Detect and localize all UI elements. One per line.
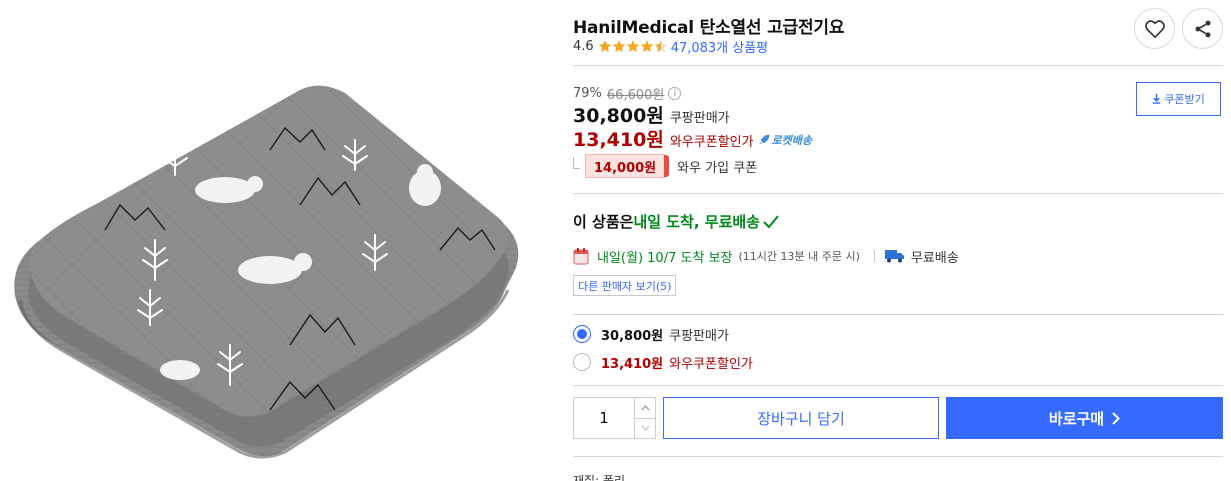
star-rating [598, 39, 668, 53]
other-sellers-button[interactable]: 다른 판매자 보기(5) [573, 275, 677, 296]
wow-price: 13,410원 [573, 129, 664, 151]
divider [573, 193, 1223, 194]
product-title: HanilMedical 탄소열선 고급전기요 [573, 18, 845, 38]
price-option-coupang[interactable]: 30,800원 쿠팡판매가 [573, 323, 729, 345]
wow-price-label: 와우쿠폰할인가 [669, 135, 754, 150]
chevron-up-icon [641, 404, 649, 411]
info-icon[interactable]: i [668, 87, 682, 100]
sale-price-row: 30,800원 쿠팡판매가 [573, 101, 730, 128]
electric-blanket-photo [14, 85, 519, 459]
star-icon [598, 39, 612, 52]
check-icon [763, 214, 779, 228]
divider [573, 65, 1223, 66]
sale-price: 30,800원 [573, 105, 664, 127]
delivery-summary: 이 상품은 내일 도착, 무료배송 [573, 211, 779, 232]
half-star-icon [654, 39, 668, 52]
product-spec-text: 재질: 폴리 [573, 474, 626, 481]
coupon-label: 와우 가입 쿠폰 [677, 160, 758, 176]
wow-price-row: 13,410원 와우쿠폰할인가 로켓배송 [573, 125, 812, 152]
delivery-title-prefix: 이 상품은 [573, 213, 634, 231]
heart-icon [1144, 19, 1165, 38]
quantity-input[interactable] [574, 398, 635, 438]
star-icon [612, 39, 626, 52]
quantity-arrows [635, 398, 655, 438]
radio-button-checked[interactable] [573, 325, 591, 343]
discount-rate: 79% [573, 86, 602, 101]
coupon-connector [573, 157, 580, 169]
coupon-download-label: 쿠폰받기 [1164, 93, 1205, 106]
divider [573, 385, 1223, 386]
chevron-right-icon [1112, 411, 1121, 425]
rocket-delivery-badge: 로켓배송 [758, 132, 812, 148]
coupon-amount: 14,000원 [585, 154, 670, 178]
rocket-badge-label: 로켓배송 [771, 134, 813, 147]
add-to-cart-button[interactable]: 장바구니 담기 [663, 397, 939, 439]
option-label: 쿠팡판매가 [669, 328, 729, 344]
product-info-panel: HanilMedical 탄소열선 고급전기요 4.6 47,083개 상품평 [573, 0, 1223, 481]
price-option-wow[interactable]: 13,410원 와우쿠폰할인가 [573, 351, 753, 373]
option-price: 13,410원 [601, 356, 664, 372]
delivery-eta-row: 내일(월) 10/7 도착 보장 (11시간 13분 내 주문 시) 무료배송 [573, 246, 959, 266]
product-image [0, 0, 540, 481]
option-label: 와우쿠폰할인가 [669, 356, 753, 372]
coupon-download-button[interactable]: 쿠폰받기 [1136, 82, 1221, 116]
review-count-link[interactable]: 47,083개 상품평 [671, 37, 768, 56]
quantity-decrease-button[interactable] [635, 419, 655, 439]
share-button[interactable] [1182, 8, 1223, 49]
buy-now-button[interactable]: 바로구매 [946, 397, 1223, 439]
chevron-down-icon [641, 425, 649, 432]
delivery-eta-condition: (11시간 13분 내 주문 시) [738, 250, 860, 263]
radio-button[interactable] [573, 353, 591, 371]
sale-price-label: 쿠팡판매가 [669, 111, 730, 126]
divider [573, 314, 1223, 315]
option-price: 30,800원 [601, 328, 664, 344]
quantity-increase-button[interactable] [635, 398, 655, 419]
rating-row: 4.6 47,083개 상품평 [573, 37, 768, 56]
star-icon [626, 39, 640, 52]
calendar-icon [573, 247, 589, 265]
share-icon [1195, 20, 1210, 37]
like-button[interactable] [1134, 8, 1175, 49]
truck-icon [884, 249, 905, 263]
star-icon [640, 39, 654, 52]
quantity-stepper [573, 397, 656, 439]
download-icon [1153, 94, 1161, 104]
free-shipping-label: 무료배송 [910, 250, 959, 266]
rating-score: 4.6 [573, 38, 594, 54]
delivery-eta: 내일(월) 10/7 도착 보장 [597, 250, 733, 266]
divider [873, 250, 875, 262]
coupon-row: 14,000원 와우 가입 쿠폰 [573, 154, 757, 178]
divider [573, 456, 1223, 457]
delivery-title-highlight: 내일 도착, 무료배송 [633, 213, 760, 231]
buy-now-label: 바로구매 [1048, 409, 1105, 428]
rocket-icon [759, 134, 769, 145]
